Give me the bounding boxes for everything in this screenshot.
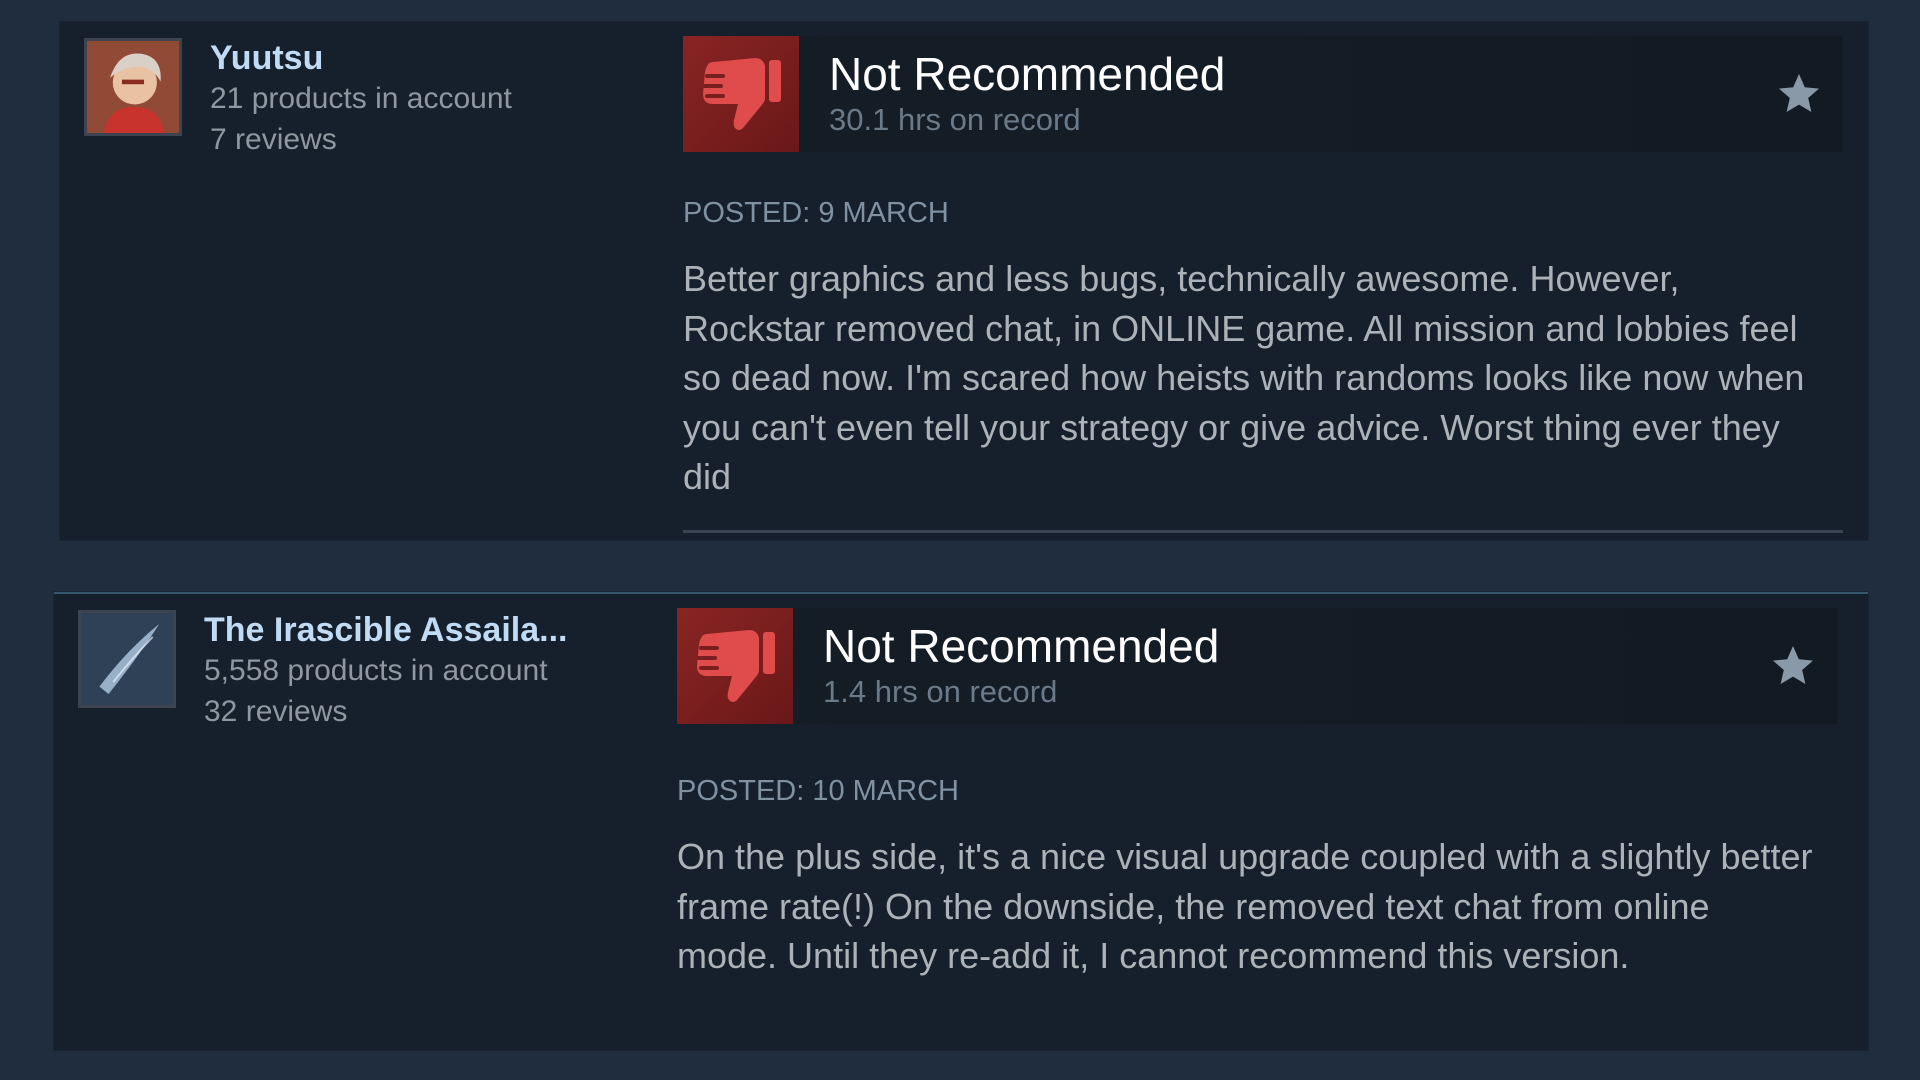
avatar-image	[87, 41, 179, 133]
author-info: The Irascible Assaila... 5,558 products …	[204, 610, 644, 732]
star-icon[interactable]	[1775, 70, 1823, 118]
author-name[interactable]: Yuutsu	[210, 38, 650, 78]
review-divider	[683, 530, 1843, 533]
hours-on-record: 30.1 hrs on record	[829, 102, 1081, 137]
star-icon[interactable]	[1769, 642, 1817, 690]
author-info: Yuutsu 21 products in account 7 reviews	[210, 38, 650, 160]
author-reviews[interactable]: 32 reviews	[204, 691, 644, 732]
review-content: Better graphics and less bugs, technical…	[683, 258, 1805, 497]
review-content: On the plus side, it's a nice visual upg…	[677, 836, 1813, 976]
review-card: Yuutsu 21 products in account 7 reviews …	[60, 22, 1868, 540]
hours-on-record: 1.4 hrs on record	[823, 674, 1058, 709]
verdict-title: Not Recommended	[823, 620, 1220, 672]
author-products[interactable]: 21 products in account	[210, 78, 650, 119]
posted-date: POSTED: 10 MARCH	[677, 775, 959, 807]
thumbs-down-icon	[677, 608, 793, 724]
author-name[interactable]: The Irascible Assaila...	[204, 610, 644, 650]
review-verdict[interactable]: Not Recommended 1.4 hrs on record	[677, 608, 1837, 724]
verdict-title: Not Recommended	[829, 48, 1226, 100]
author-products[interactable]: 5,558 products in account	[204, 650, 644, 691]
review-verdict[interactable]: Not Recommended 30.1 hrs on record	[683, 36, 1843, 152]
avatar-image	[81, 613, 173, 705]
reviews-viewport: Yuutsu 21 products in account 7 reviews …	[0, 0, 1920, 1080]
avatar[interactable]	[84, 38, 182, 136]
review-card: The Irascible Assaila... 5,558 products …	[54, 592, 1868, 1050]
avatar[interactable]	[78, 610, 176, 708]
posted-date: POSTED: 9 MARCH	[683, 197, 949, 229]
thumbs-down-icon	[683, 36, 799, 152]
author-reviews[interactable]: 7 reviews	[210, 119, 650, 160]
